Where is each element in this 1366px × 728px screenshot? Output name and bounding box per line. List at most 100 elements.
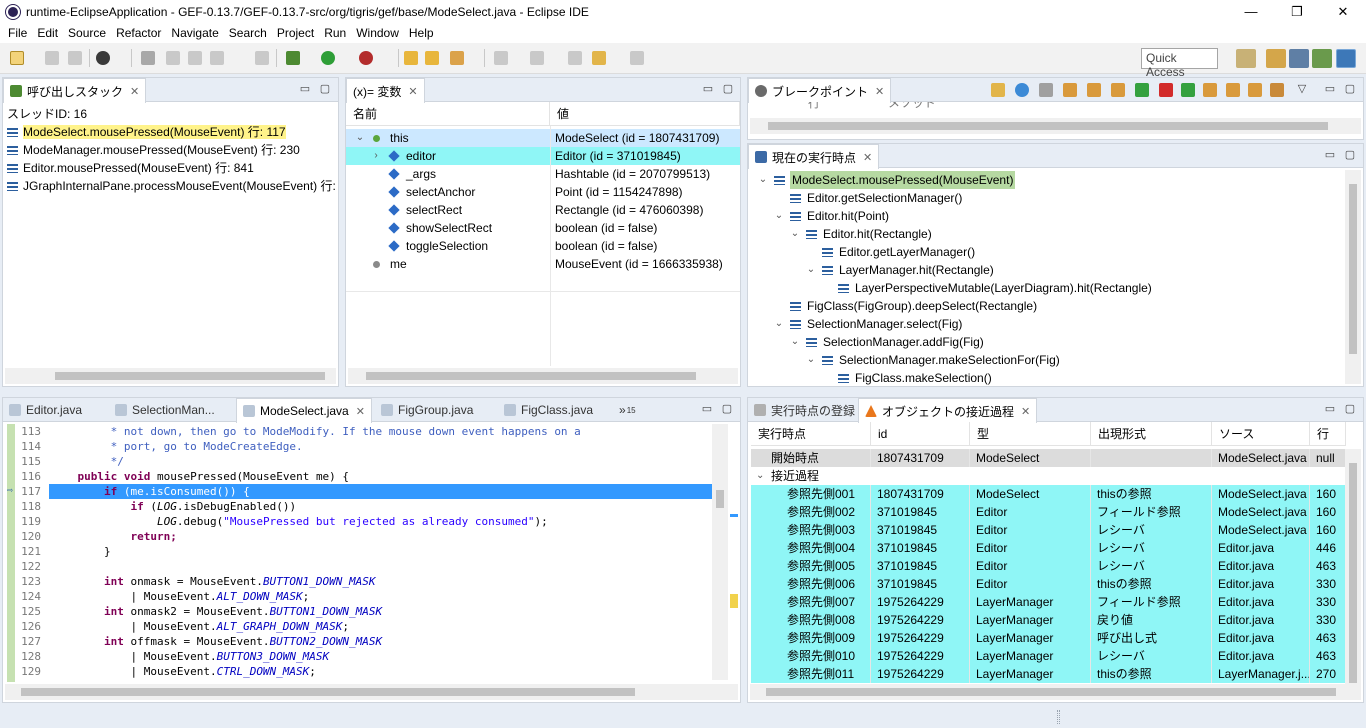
stack-frame[interactable]: Editor.mousePressed(MouseEvent) 行: 841 xyxy=(3,159,338,177)
close-icon[interactable]: ✕ xyxy=(863,151,872,164)
tab-selectionmanager-java[interactable]: SelectionMan... xyxy=(109,398,221,422)
variable-row[interactable]: ⌄ this ModeSelect (id = 1807431709) xyxy=(346,129,740,147)
stack-frame[interactable]: JGraphInternalPane.processMouseEvent(Mou… xyxy=(3,177,338,195)
step-return-icon[interactable] xyxy=(1226,83,1240,97)
scroll-thumb[interactable] xyxy=(1349,184,1357,354)
tree-node[interactable]: LayerPerspectiveMutable(LayerDiagram).hi… xyxy=(748,279,1363,297)
menu-project[interactable]: Project xyxy=(272,26,319,40)
menu-run[interactable]: Run xyxy=(319,26,351,40)
last-edit-icon[interactable] xyxy=(568,51,582,65)
menu-help[interactable]: Help xyxy=(404,26,439,40)
scroll-thumb[interactable] xyxy=(55,372,325,380)
vertical-scrollbar[interactable] xyxy=(712,424,728,680)
minimize-view-icon[interactable]: ▭ xyxy=(297,82,313,96)
expand-toggle[interactable]: ⌄ xyxy=(756,467,764,485)
scroll-thumb[interactable] xyxy=(1349,463,1357,683)
minimize-button[interactable]: — xyxy=(1228,0,1274,23)
tree-node[interactable]: ⌄ SelectionManager.addFig(Fig) xyxy=(748,333,1363,351)
tree-node[interactable]: Editor.getSelectionManager() xyxy=(748,189,1363,207)
expand-toggle[interactable]: ⌄ xyxy=(805,261,817,279)
close-icon[interactable]: ✕ xyxy=(1021,405,1030,418)
expand-toggle[interactable]: ⌄ xyxy=(757,171,769,189)
maximize-view-icon[interactable]: ▢ xyxy=(719,402,735,416)
maximize-view-icon[interactable]: ▢ xyxy=(1342,148,1358,162)
step-into-icon[interactable] xyxy=(1111,83,1125,97)
table-row[interactable]: 参照先側004 371019845 Editor レシーバ Editor.java 446 xyxy=(751,539,1347,557)
column-type[interactable]: 型 xyxy=(970,422,1091,446)
close-icon[interactable]: ✕ xyxy=(356,405,365,418)
tree-node[interactable]: ⌄ Editor.hit(Rectangle) xyxy=(748,225,1363,243)
menu-source[interactable]: Source xyxy=(63,26,111,40)
folder-icon[interactable] xyxy=(991,83,1005,97)
close-icon[interactable]: ✕ xyxy=(408,85,417,98)
save-icon[interactable] xyxy=(45,51,59,65)
expand-toggle[interactable]: › xyxy=(370,147,382,165)
minimize-view-icon[interactable]: ▭ xyxy=(1322,402,1338,416)
tree-node[interactable]: FigClass(FigGroup).deepSelect(Rectangle) xyxy=(748,297,1363,315)
tree-node[interactable]: ⌄ LayerManager.hit(Rectangle) xyxy=(748,261,1363,279)
next-annotation-icon[interactable] xyxy=(494,51,508,65)
stack-frame[interactable]: ModeManager.mousePressed(MouseEvent) 行: … xyxy=(3,141,338,159)
step-back-icon[interactable] xyxy=(1087,83,1101,97)
expand-toggle[interactable]: ⌄ xyxy=(354,129,366,147)
table-row[interactable]: 参照先側001 1807431709 ModeSelect thisの参照 ModeSe… xyxy=(751,485,1347,503)
tab-breakpoints[interactable]: ブレークポイント ✕ xyxy=(748,78,892,103)
table-row[interactable]: 参照先側010 1975264229 LayerManager レシーバ Editor.… xyxy=(751,647,1347,665)
tree-node[interactable]: ⌄ SelectionManager.makeSelectionFor(Fig) xyxy=(748,351,1363,369)
overview-ruler[interactable] xyxy=(730,424,738,680)
step-filter-icon[interactable] xyxy=(188,51,202,65)
minimize-view-icon[interactable]: ▭ xyxy=(700,82,716,96)
drop-icon[interactable] xyxy=(1248,83,1262,97)
variable-row[interactable]: › editor Editor (id = 371019845) xyxy=(346,147,740,165)
debug-icon[interactable] xyxy=(286,51,300,65)
menu-window[interactable]: Window xyxy=(351,26,404,40)
layout-perspective-icon[interactable] xyxy=(1336,49,1356,68)
tree-node[interactable]: Editor.getLayerManager() xyxy=(748,243,1363,261)
table-row[interactable]: 参照先側005 371019845 Editor レシーバ Editor.java 463 xyxy=(751,557,1347,575)
horizontal-scrollbar[interactable] xyxy=(5,684,738,700)
horizontal-scrollbar[interactable] xyxy=(5,368,336,384)
menu-refactor[interactable]: Refactor xyxy=(111,26,166,40)
column-form[interactable]: 出現形式 xyxy=(1091,422,1212,446)
column-line[interactable]: 行 xyxy=(1310,422,1346,446)
more-tabs-button[interactable]: » 15 xyxy=(613,398,642,422)
maximize-view-icon[interactable]: ▢ xyxy=(720,82,736,96)
paragraph-icon[interactable] xyxy=(255,51,269,65)
variable-row[interactable]: toggleSelection boolean (id = false) xyxy=(346,237,740,255)
open-type-icon[interactable] xyxy=(404,51,418,65)
open-task-icon[interactable] xyxy=(425,51,439,65)
column-id[interactable]: id xyxy=(871,422,970,446)
expand-toggle[interactable]: ⌄ xyxy=(789,225,801,243)
maximize-view-icon[interactable]: ▢ xyxy=(1342,402,1358,416)
debug-target-icon[interactable] xyxy=(1015,83,1029,97)
column-source[interactable]: ソース xyxy=(1212,422,1310,446)
column-value[interactable]: 値 xyxy=(550,102,740,126)
column-name[interactable]: 名前 xyxy=(346,102,550,126)
forward-icon[interactable] xyxy=(630,51,644,65)
search-icon[interactable] xyxy=(450,51,464,65)
horizontal-scrollbar[interactable] xyxy=(348,368,738,384)
tab-variables[interactable]: (x)= 変数 ✕ xyxy=(346,78,425,103)
drop-frame-icon[interactable] xyxy=(166,51,180,65)
menu-search[interactable]: Search xyxy=(224,26,272,40)
resource-perspective-icon[interactable] xyxy=(1266,49,1286,68)
tree-node[interactable]: ⌄ SelectionManager.select(Fig) xyxy=(748,315,1363,333)
debug-hover-icon[interactable] xyxy=(210,51,224,65)
prev-annotation-icon[interactable] xyxy=(530,51,544,65)
maximize-view-icon[interactable]: ▢ xyxy=(1342,82,1358,96)
expand-toggle[interactable]: ⌄ xyxy=(789,333,801,351)
tab-exec-registration[interactable]: 実行時点の登録 xyxy=(748,398,861,422)
view-menu-icon[interactable]: ▽ xyxy=(1294,82,1310,96)
scroll-thumb[interactable] xyxy=(716,490,724,508)
tab-editor-java[interactable]: Editor.java xyxy=(3,398,88,422)
scroll-thumb[interactable] xyxy=(768,122,1328,130)
vertical-scrollbar[interactable] xyxy=(1345,170,1361,384)
quick-access-field[interactable]: Quick Access xyxy=(1141,48,1218,79)
table-row[interactable]: 参照先側009 1975264229 LayerManager 呼び出し式 Editor… xyxy=(751,629,1347,647)
annotation-marker[interactable] xyxy=(730,514,738,517)
expand-toggle[interactable]: ⌄ xyxy=(773,315,785,333)
tree-node[interactable]: ⌄ ModeSelect.mousePressed(MouseEvent) xyxy=(748,171,1363,189)
group-row[interactable]: ⌄ 接近過程 xyxy=(751,467,1345,485)
perspective-icon[interactable] xyxy=(1236,49,1256,68)
hammer-icon[interactable] xyxy=(1270,83,1284,97)
